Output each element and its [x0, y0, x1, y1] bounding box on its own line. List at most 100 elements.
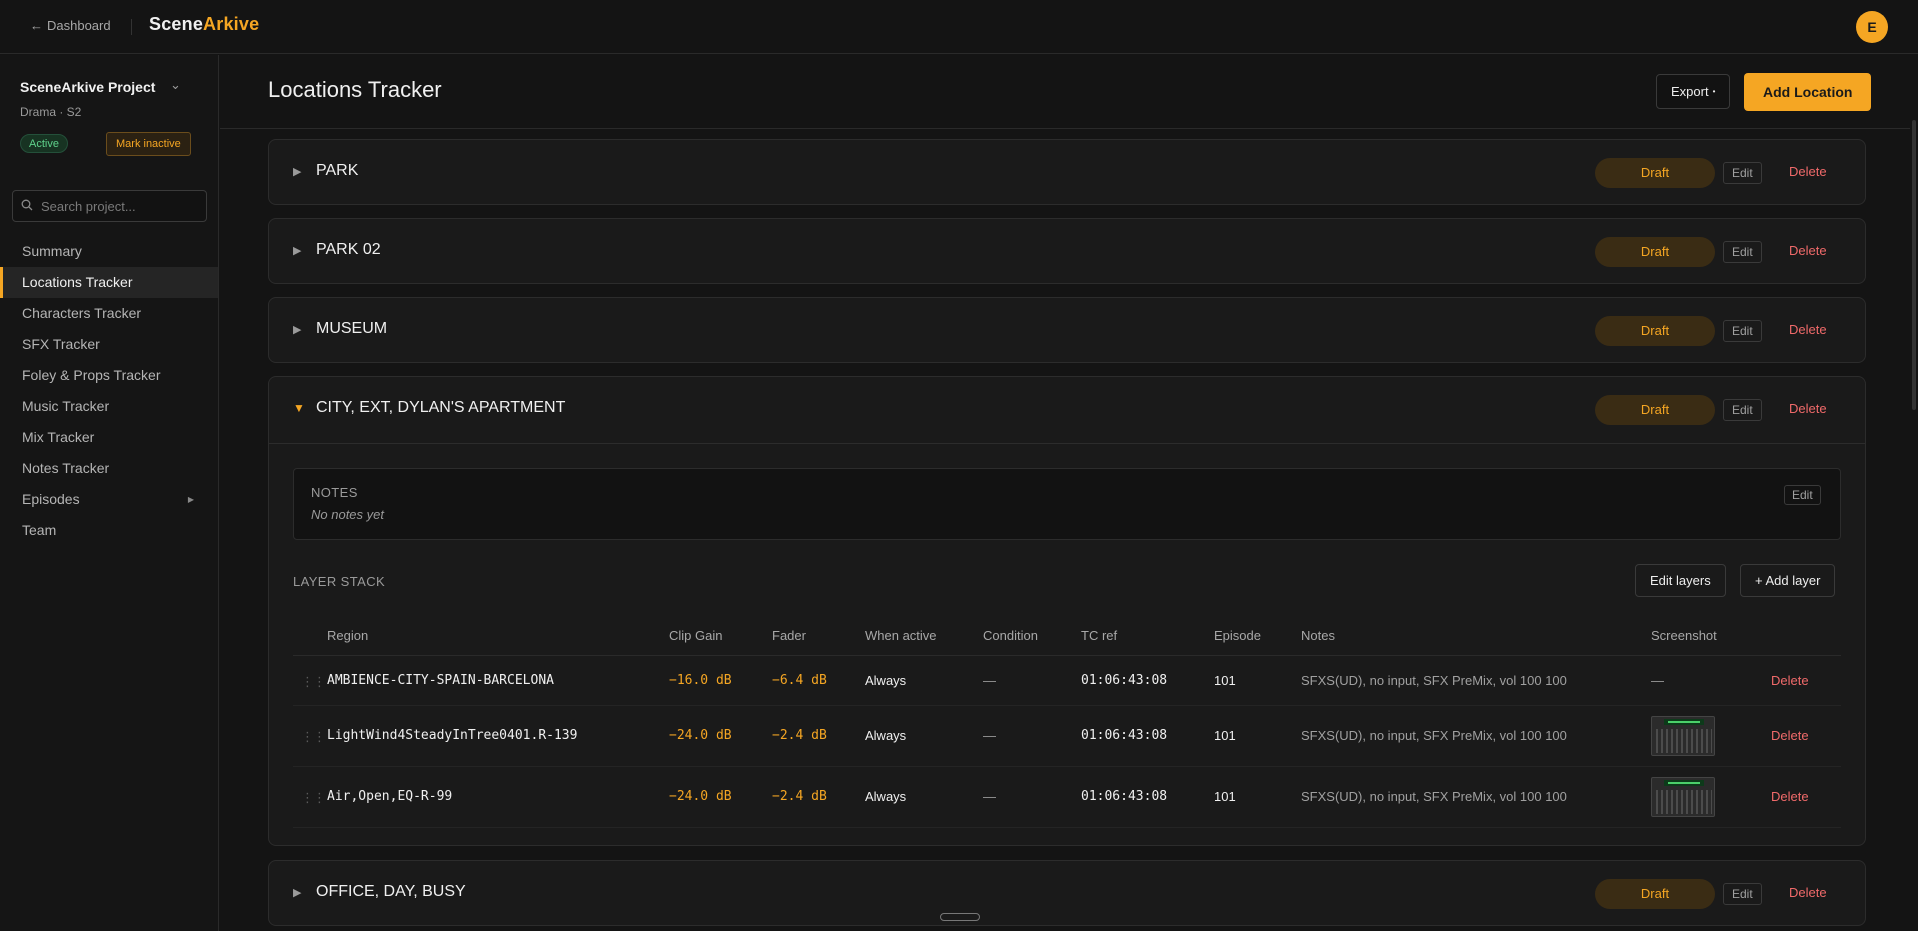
screenshot-cell: — — [1651, 673, 1664, 688]
location-card-header[interactable]: ▶ PARK 02 Draft Edit Delete — [269, 219, 1865, 285]
column-header: Notes — [1301, 628, 1335, 643]
location-name: PARK 02 — [316, 241, 381, 258]
region-cell: Air,Open,EQ-R-99 — [327, 789, 453, 804]
tc-ref-cell: 01:06:43:08 — [1081, 673, 1168, 688]
drag-handle-icon[interactable]: ⋮⋮ — [301, 729, 326, 745]
sidebar-item-mix-tracker[interactable]: Mix Tracker — [0, 422, 218, 453]
region-cell: AMBIENCE-CITY-SPAIN-BARCELONA — [327, 673, 554, 688]
bottom-scroll-handle[interactable] — [940, 913, 980, 921]
location-card-header[interactable]: ▼ CITY, EXT, DYLAN'S APARTMENT Draft Edi… — [269, 377, 1865, 443]
location-name: MUSEUM — [316, 320, 388, 337]
mark-inactive-button[interactable]: Mark inactive — [106, 132, 191, 156]
location-card: ▶ OFFICE, DAY, BUSY Draft Edit Delete — [268, 860, 1866, 926]
delete-button[interactable]: Delete — [1789, 322, 1827, 337]
expand-caret-icon[interactable]: ▶ — [293, 244, 301, 257]
layer-table: Region Clip Gain Fader When active Condi… — [293, 616, 1841, 828]
episode-cell: 101 — [1214, 789, 1236, 804]
when-active-cell: Always — [865, 673, 907, 688]
expand-caret-icon[interactable]: ▶ — [293, 165, 301, 178]
sidebar-item-team[interactable]: Team — [0, 515, 218, 546]
column-header: TC ref — [1081, 628, 1118, 643]
location-card: ▶ PARK 02 Draft Edit Delete — [268, 218, 1866, 284]
column-header: Episode — [1214, 628, 1261, 643]
dropdown-dot-icon: • — [1712, 87, 1716, 96]
clip-gain-cell: −24.0 dB — [669, 728, 732, 743]
user-avatar[interactable]: E — [1856, 11, 1888, 43]
status-badge[interactable]: Draft — [1595, 395, 1715, 425]
notes-cell: SFXS(UD), no input, SFX PreMix, vol 100 … — [1301, 789, 1567, 804]
notes-edit-button[interactable]: Edit — [1784, 485, 1821, 505]
thumbnail-mixer — [1656, 729, 1712, 753]
column-header: Screenshot — [1651, 628, 1717, 643]
location-name: OFFICE, DAY, BUSY — [316, 883, 466, 900]
notes-panel: NOTES No notes yet Edit — [293, 468, 1841, 540]
sidebar-item-label: Episodes — [22, 491, 80, 507]
location-card-header[interactable]: ▶ MUSEUM Draft Edit Delete — [269, 298, 1865, 364]
location-card-header[interactable]: ▶ PARK Draft Edit Delete — [269, 140, 1865, 206]
project-subtitle: Drama · S2 — [20, 105, 82, 119]
expand-right-icon[interactable]: ▶ — [188, 484, 194, 515]
episode-cell: 101 — [1214, 673, 1236, 688]
edit-button[interactable]: Edit — [1723, 162, 1762, 184]
column-header: Region — [327, 628, 369, 643]
main-content: Locations Tracker Export • Add Location ▶… — [220, 55, 1918, 931]
sidebar-item-locations-tracker[interactable]: Locations Tracker — [0, 267, 218, 298]
add-layer-button[interactable]: + Add layer — [1740, 564, 1836, 597]
back-to-dashboard-link[interactable]: ← Dashboard — [30, 18, 111, 33]
sidebar-item-notes-tracker[interactable]: Notes Tracker — [0, 453, 218, 484]
column-header: Clip Gain — [669, 628, 723, 643]
episode-cell: 101 — [1214, 728, 1236, 743]
edit-button[interactable]: Edit — [1723, 883, 1762, 905]
delete-button[interactable]: Delete — [1789, 401, 1827, 416]
add-location-button[interactable]: Add Location — [1744, 73, 1872, 111]
screenshot-thumbnail[interactable] — [1651, 716, 1715, 756]
thumbnail-timecode — [1664, 719, 1704, 725]
column-header: Condition — [983, 628, 1038, 643]
status-badge[interactable]: Draft — [1595, 879, 1715, 909]
page-title: Locations Tracker — [268, 77, 442, 102]
condition-cell: — — [983, 789, 996, 804]
fader-cell: −2.4 dB — [772, 789, 827, 804]
search-input[interactable] — [41, 191, 201, 221]
drag-handle-icon[interactable]: ⋮⋮ — [301, 674, 326, 690]
edit-button[interactable]: Edit — [1723, 320, 1762, 342]
sidebar-item-music-tracker[interactable]: Music Tracker — [0, 391, 218, 422]
notes-empty-text: No notes yet — [311, 507, 384, 522]
sidebar-item-episodes[interactable]: Episodes ▶ — [0, 484, 218, 515]
fader-cell: −2.4 dB — [772, 728, 827, 743]
expand-caret-icon[interactable]: ▶ — [293, 886, 301, 899]
edit-button[interactable]: Edit — [1723, 399, 1762, 421]
page-header: Locations Tracker Export • Add Location — [220, 55, 1910, 129]
drag-handle-icon[interactable]: ⋮⋮ — [301, 790, 326, 806]
row-delete-button[interactable]: Delete — [1771, 728, 1809, 743]
status-badge[interactable]: Draft — [1595, 158, 1715, 188]
top-divider — [131, 19, 132, 35]
row-delete-button[interactable]: Delete — [1771, 673, 1809, 688]
edit-layers-button[interactable]: Edit layers — [1635, 564, 1726, 597]
screenshot-thumbnail[interactable] — [1651, 777, 1715, 817]
vertical-scrollbar[interactable] — [1912, 120, 1916, 410]
sidebar-item-summary[interactable]: Summary — [0, 236, 218, 267]
row-delete-button[interactable]: Delete — [1771, 789, 1809, 804]
project-name[interactable]: SceneArkive Project — [20, 79, 155, 95]
chevron-down-icon[interactable]: ⌄ — [170, 77, 181, 93]
collapse-caret-icon[interactable]: ▼ — [293, 401, 305, 415]
layer-stack-heading: LAYER STACK — [293, 574, 386, 589]
delete-button[interactable]: Delete — [1789, 164, 1827, 179]
delete-button[interactable]: Delete — [1789, 885, 1827, 900]
condition-cell: — — [983, 673, 996, 688]
export-button[interactable]: Export • — [1656, 74, 1731, 109]
edit-button[interactable]: Edit — [1723, 241, 1762, 263]
status-badge[interactable]: Draft — [1595, 237, 1715, 267]
sidebar-item-sfx-tracker[interactable]: SFX Tracker — [0, 329, 218, 360]
clip-gain-cell: −16.0 dB — [669, 673, 732, 688]
table-header: Region Clip Gain Fader When active Condi… — [293, 616, 1841, 656]
delete-button[interactable]: Delete — [1789, 243, 1827, 258]
sidebar-item-foley-props-tracker[interactable]: Foley & Props Tracker — [0, 360, 218, 391]
expand-caret-icon[interactable]: ▶ — [293, 323, 301, 336]
brand-logo[interactable]: SceneArkive — [149, 14, 259, 35]
sidebar-item-characters-tracker[interactable]: Characters Tracker — [0, 298, 218, 329]
notes-cell: SFXS(UD), no input, SFX PreMix, vol 100 … — [1301, 728, 1567, 743]
location-card-header[interactable]: ▶ OFFICE, DAY, BUSY Draft Edit Delete — [269, 861, 1865, 927]
status-badge[interactable]: Draft — [1595, 316, 1715, 346]
